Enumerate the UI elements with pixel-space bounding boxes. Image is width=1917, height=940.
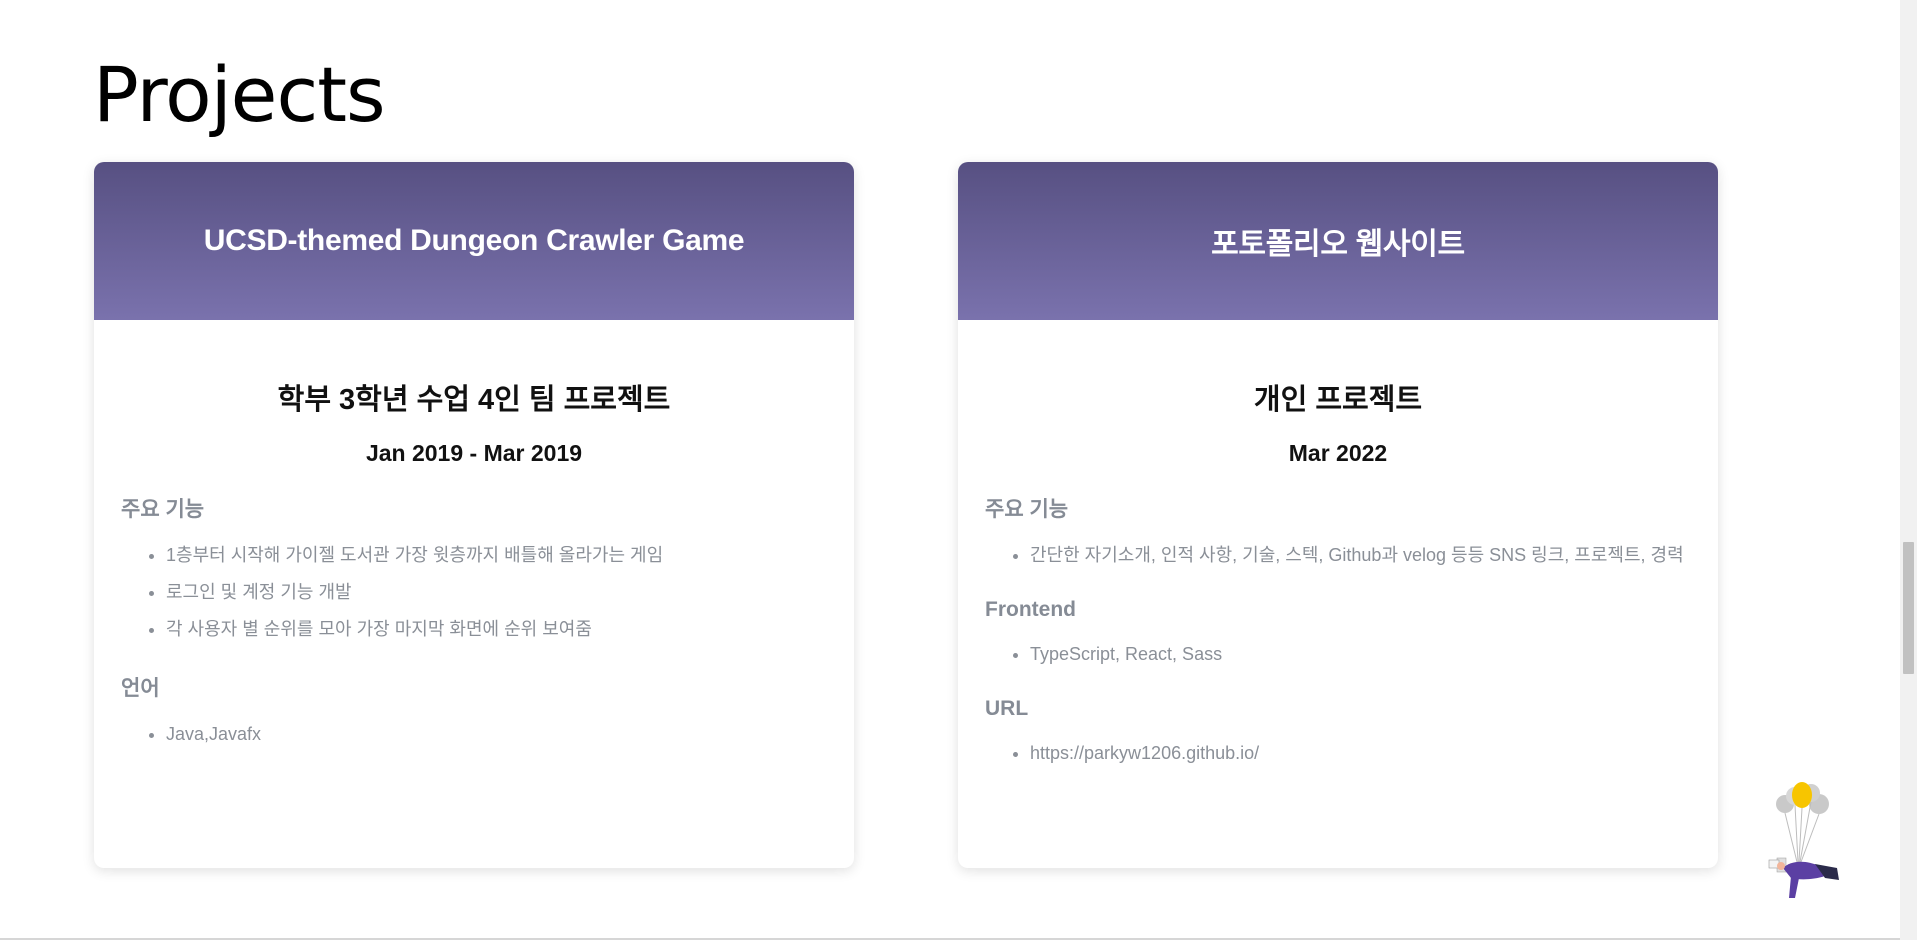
scrollbar-thumb[interactable]: [1903, 542, 1914, 674]
list-item: Java,Javafx: [166, 716, 827, 753]
project-card-header: 포토폴리오 웹사이트: [958, 162, 1718, 320]
section-heading-language: 언어: [121, 677, 160, 700]
url-list: https://parkyw1206.github.io/: [985, 735, 1691, 772]
list-item: 1층부터 시작해 가이젤 도서관 가장 윗층까지 배틀해 올라가는 게임: [166, 537, 827, 574]
frontend-list: TypeScript, React, Sass: [985, 636, 1691, 673]
section-heading-frontend: Frontend: [985, 598, 1076, 621]
project-card-header: UCSD-themed Dungeon Crawler Game: [94, 162, 854, 320]
project-url-link[interactable]: https://parkyw1206.github.io/: [1030, 743, 1259, 763]
balloon-person-icon: [1768, 782, 1839, 898]
project-period: Mar 2022: [1288, 440, 1388, 466]
section-heading-features: 주요 기능: [121, 498, 205, 521]
section-heading-features: 주요 기능: [985, 498, 1069, 521]
project-title: 포토폴리오 웹사이트: [1211, 228, 1465, 261]
project-card: 포토폴리오 웹사이트 개인 프로젝트 Mar 2022 주요 기능 간단한 자기…: [958, 162, 1718, 868]
language-list: Java,Javafx: [121, 716, 827, 753]
list-item: 간단한 자기소개, 인적 사항, 기술, 스텍, Github과 velog 등…: [1030, 537, 1691, 574]
project-subtitle: 학부 3학년 수업 4인 팀 프로젝트: [277, 384, 671, 416]
project-subtitle: 개인 프로젝트: [1253, 384, 1423, 416]
list-item: TypeScript, React, Sass: [1030, 636, 1691, 673]
project-card: UCSD-themed Dungeon Crawler Game 학부 3학년 …: [94, 162, 854, 868]
project-title: UCSD-themed Dungeon Crawler Game: [203, 224, 745, 257]
section-heading-url: URL: [985, 697, 1029, 720]
list-item: https://parkyw1206.github.io/: [1030, 735, 1691, 772]
scrollbar[interactable]: [1900, 0, 1917, 940]
feature-list: 1층부터 시작해 가이젤 도서관 가장 윗층까지 배틀해 올라가는 게임 로그인…: [121, 537, 827, 648]
project-period: Jan 2019 - Mar 2019: [365, 440, 583, 466]
project-card-body: 학부 3학년 수업 4인 팀 프로젝트 Jan 2019 - Mar 2019 …: [94, 376, 854, 753]
project-card-body: 개인 프로젝트 Mar 2022 주요 기능 간단한 자기소개, 인적 사항, …: [958, 376, 1718, 772]
section-title: Projects: [93, 50, 386, 139]
list-item: 로그인 및 계정 기능 개발: [166, 574, 827, 611]
list-item: 각 사용자 별 순위를 모아 가장 마지막 화면에 순위 보여줌: [166, 611, 827, 648]
feature-list: 간단한 자기소개, 인적 사항, 기술, 스텍, Github과 velog 등…: [985, 537, 1691, 574]
